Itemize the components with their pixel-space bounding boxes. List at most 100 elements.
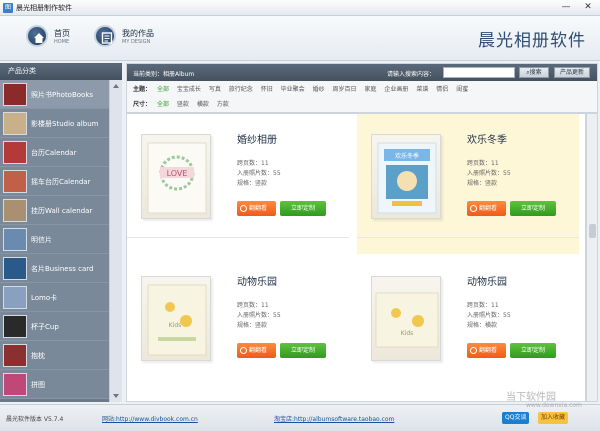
sidebar-item-desk-calendar[interactable]: 摇车台历Calendar bbox=[0, 167, 109, 196]
product-card[interactable]: LOVE 婚纱相册 跨页数：11 入册照片数：55 规格：竖款 翻翻看 立即定制 bbox=[127, 114, 349, 254]
watermark: 当下软件园 www.downxia.com bbox=[494, 388, 598, 428]
scroll-up-arrow-icon[interactable] bbox=[113, 84, 119, 88]
cover-text: LOVE bbox=[167, 169, 188, 178]
sidebar-item-wall-calendar[interactable]: 挂历Wall calendar bbox=[0, 196, 109, 225]
sidebar-item-pillow[interactable]: 抱枕 bbox=[0, 341, 109, 370]
sidebar-item-label: 名片Business card bbox=[31, 265, 94, 273]
sidebar-scrollbar[interactable] bbox=[109, 80, 122, 402]
theme-filter-label: 主题： bbox=[133, 86, 152, 93]
shop-link[interactable]: 淘宝店:http://albumsoftware.taobao.com bbox=[274, 414, 394, 423]
customize-button[interactable]: 立即定制 bbox=[280, 201, 326, 216]
flip-preview-button[interactable]: 翻翻看 bbox=[467, 343, 506, 358]
category-thumbnail bbox=[3, 199, 27, 222]
theme-option[interactable]: 全部 bbox=[157, 86, 169, 93]
my-design-icon bbox=[94, 25, 116, 47]
close-button[interactable]: ✕ bbox=[578, 1, 598, 14]
sidebar-item-label: 抱枕 bbox=[31, 352, 45, 360]
sidebar-item-studio-album[interactable]: 影楼册Studio album bbox=[0, 109, 109, 138]
preview-icon bbox=[470, 205, 477, 212]
flip-preview-button[interactable]: 翻翻看 bbox=[237, 343, 276, 358]
theme-option[interactable]: 写真 bbox=[209, 86, 221, 93]
category-thumbnail bbox=[3, 286, 27, 309]
product-photo-count: 入册照片数：55 bbox=[467, 170, 511, 177]
sidebar-item-label: 明信片 bbox=[31, 236, 52, 244]
product-card-featured[interactable]: 欢乐冬季 欢乐冬季 跨页数：11 入册照片数：55 规格：竖款 翻翻看 立即定制 bbox=[357, 114, 579, 254]
home-nav-button[interactable]: 首页 HOME bbox=[26, 25, 81, 53]
search-input[interactable] bbox=[443, 67, 515, 78]
card-divider bbox=[357, 237, 579, 238]
website-link[interactable]: 网站:http://www.divbook.com.cn bbox=[102, 414, 198, 423]
search-button-label: 搜索 bbox=[529, 69, 542, 76]
filter-toolbar: 当前类别：相册Album 请输入搜索内容： ⌕搜索 产品更新 bbox=[127, 64, 597, 81]
sidebar-item-postcard[interactable]: 明信片 bbox=[0, 225, 109, 254]
my-design-sublabel: MY DESIGN bbox=[122, 39, 151, 45]
product-photo-count: 入册照片数：55 bbox=[237, 170, 281, 177]
sidebar-item-label: 摇车台历Calendar bbox=[31, 178, 91, 186]
sidebar-item-cup[interactable]: 杯子Cup bbox=[0, 312, 109, 341]
window-title: 晨光相册制作软件 bbox=[16, 4, 72, 12]
product-cover: 欢乐冬季 bbox=[371, 134, 441, 219]
flip-preview-label: 翻翻看 bbox=[249, 205, 268, 212]
flip-preview-button[interactable]: 翻翻看 bbox=[467, 201, 506, 216]
sidebar-item-label: 拼图 bbox=[31, 381, 45, 389]
theme-option[interactable]: 家庭 bbox=[364, 86, 376, 93]
size-option[interactable]: 横款 bbox=[197, 101, 209, 108]
theme-option[interactable]: 宝宝成长 bbox=[177, 86, 201, 93]
customize-button[interactable]: 立即定制 bbox=[280, 343, 326, 358]
product-card[interactable]: Kids 动物乐园 跨页数：11 入册照片数：55 规格：横款 翻翻看 立即定制 bbox=[357, 256, 579, 396]
theme-option[interactable]: 毕业聚会 bbox=[281, 86, 305, 93]
product-card[interactable]: Kids 动物乐园 跨页数：11 入册照片数：55 规格：竖款 翻翻看 立即定制 bbox=[127, 256, 349, 396]
theme-option[interactable]: 闺蜜 bbox=[456, 86, 468, 93]
sidebar-item-lomo-card[interactable]: Lomo卡 bbox=[0, 283, 109, 312]
my-design-nav-button[interactable]: 我的作品 MY DESIGN bbox=[94, 25, 164, 53]
theme-option[interactable]: 情侣 bbox=[436, 86, 448, 93]
sidebar-item-business-card[interactable]: 名片Business card bbox=[0, 254, 109, 283]
app-icon: 图 bbox=[3, 3, 13, 13]
category-list: 照片书PhotoBooks 影楼册Studio album 台历Calendar… bbox=[0, 80, 109, 402]
title-bar: 图 晨光相册制作软件 — ✕ bbox=[0, 0, 600, 16]
product-pages: 跨页数：11 bbox=[237, 160, 269, 167]
cover-text: 欢乐冬季 bbox=[395, 152, 419, 160]
size-option[interactable]: 方款 bbox=[217, 101, 229, 108]
sidebar-item-calendar[interactable]: 台历Calendar bbox=[0, 138, 109, 167]
card-divider bbox=[127, 237, 349, 238]
theme-option[interactable]: 周岁百日 bbox=[333, 86, 357, 93]
product-title: 动物乐园 bbox=[237, 277, 277, 288]
search-button[interactable]: ⌕搜索 bbox=[519, 67, 549, 78]
product-title: 欢乐冬季 bbox=[467, 135, 507, 146]
product-spec: 规格：竖款 bbox=[237, 180, 268, 187]
sidebar-item-puzzle[interactable]: 拼图 bbox=[0, 370, 109, 399]
category-thumbnail bbox=[3, 83, 27, 106]
category-thumbnail bbox=[3, 170, 27, 193]
sidebar-item-label: 照片书PhotoBooks bbox=[31, 91, 94, 99]
size-option[interactable]: 全部 bbox=[157, 101, 169, 108]
customize-button[interactable]: 立即定制 bbox=[510, 201, 556, 216]
theme-option[interactable]: 菜谱 bbox=[416, 86, 428, 93]
product-pages: 跨页数：11 bbox=[467, 302, 499, 309]
minimize-button[interactable]: — bbox=[556, 1, 576, 14]
product-cover: LOVE bbox=[141, 134, 211, 219]
brand-title: 晨光相册软件 bbox=[478, 31, 586, 51]
size-option[interactable]: 竖款 bbox=[177, 101, 189, 108]
theme-option[interactable]: 婚纱 bbox=[313, 86, 325, 93]
preview-icon bbox=[240, 205, 247, 212]
cover-text: Kids bbox=[401, 330, 414, 337]
product-pages: 跨页数：11 bbox=[467, 160, 499, 167]
preview-icon bbox=[240, 347, 247, 354]
product-spec: 规格：竖款 bbox=[237, 322, 268, 329]
flip-preview-button[interactable]: 翻翻看 bbox=[237, 201, 276, 216]
update-button[interactable]: 产品更新 bbox=[554, 67, 590, 78]
customize-button[interactable]: 立即定制 bbox=[510, 343, 556, 358]
sidebar-heading: 产品分类 bbox=[0, 63, 122, 80]
theme-option[interactable]: 旅行纪念 bbox=[229, 86, 253, 93]
watermark-url: www.downxia.com bbox=[526, 402, 582, 409]
content-scrollbar[interactable] bbox=[586, 113, 598, 402]
theme-option[interactable]: 企业画册 bbox=[384, 86, 408, 93]
sidebar-item-photobooks[interactable]: 照片书PhotoBooks bbox=[0, 80, 109, 109]
category-thumbnail bbox=[3, 315, 27, 338]
search-label: 请输入搜索内容： bbox=[387, 71, 436, 78]
preview-icon bbox=[470, 347, 477, 354]
scrollbar-thumb[interactable] bbox=[589, 224, 596, 238]
theme-option[interactable]: 怀旧 bbox=[261, 86, 273, 93]
scroll-down-arrow-icon[interactable] bbox=[113, 394, 119, 398]
